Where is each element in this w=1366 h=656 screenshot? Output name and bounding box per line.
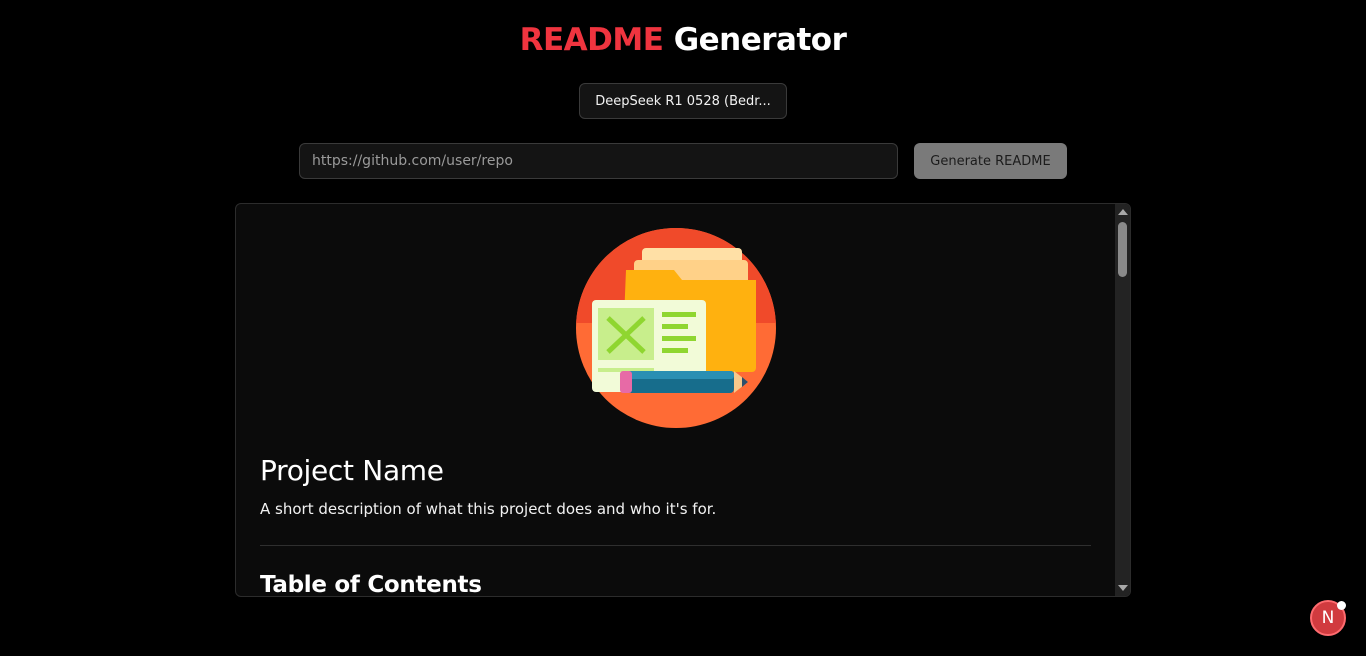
model-select-label: DeepSeek R1 0528 (Bedr... xyxy=(595,93,771,109)
folder-spreadsheet-pencil-icon xyxy=(576,228,776,428)
preview-scrollbar[interactable] xyxy=(1115,204,1130,596)
scroll-up-arrow-icon[interactable] xyxy=(1118,209,1128,215)
generate-readme-label: Generate README xyxy=(930,153,1051,169)
title-rest: Generator xyxy=(673,22,847,58)
generate-readme-button[interactable]: Generate README xyxy=(914,143,1067,179)
project-description: A short description of what this project… xyxy=(260,500,717,518)
readme-preview-panel[interactable]: Project Name A short description of what… xyxy=(235,203,1131,597)
page-title: README Generator xyxy=(0,22,1366,58)
readme-preview-content: Project Name A short description of what… xyxy=(236,204,1116,597)
dev-indicator-letter: N xyxy=(1321,608,1335,628)
table-of-contents-heading: Table of Contents xyxy=(260,572,482,597)
title-accent: README xyxy=(519,22,664,58)
scroll-down-arrow-icon[interactable] xyxy=(1118,585,1128,591)
repo-url-input[interactable] xyxy=(299,143,898,179)
model-select-button[interactable]: DeepSeek R1 0528 (Bedr... xyxy=(579,83,787,119)
dev-indicator-status-dot xyxy=(1337,601,1346,610)
scrollbar-thumb[interactable] xyxy=(1118,222,1127,277)
section-divider xyxy=(260,545,1091,546)
readme-generator-page: README Generator DeepSeek R1 0528 (Bedr.… xyxy=(0,0,1366,656)
project-name-heading: Project Name xyxy=(260,454,444,487)
